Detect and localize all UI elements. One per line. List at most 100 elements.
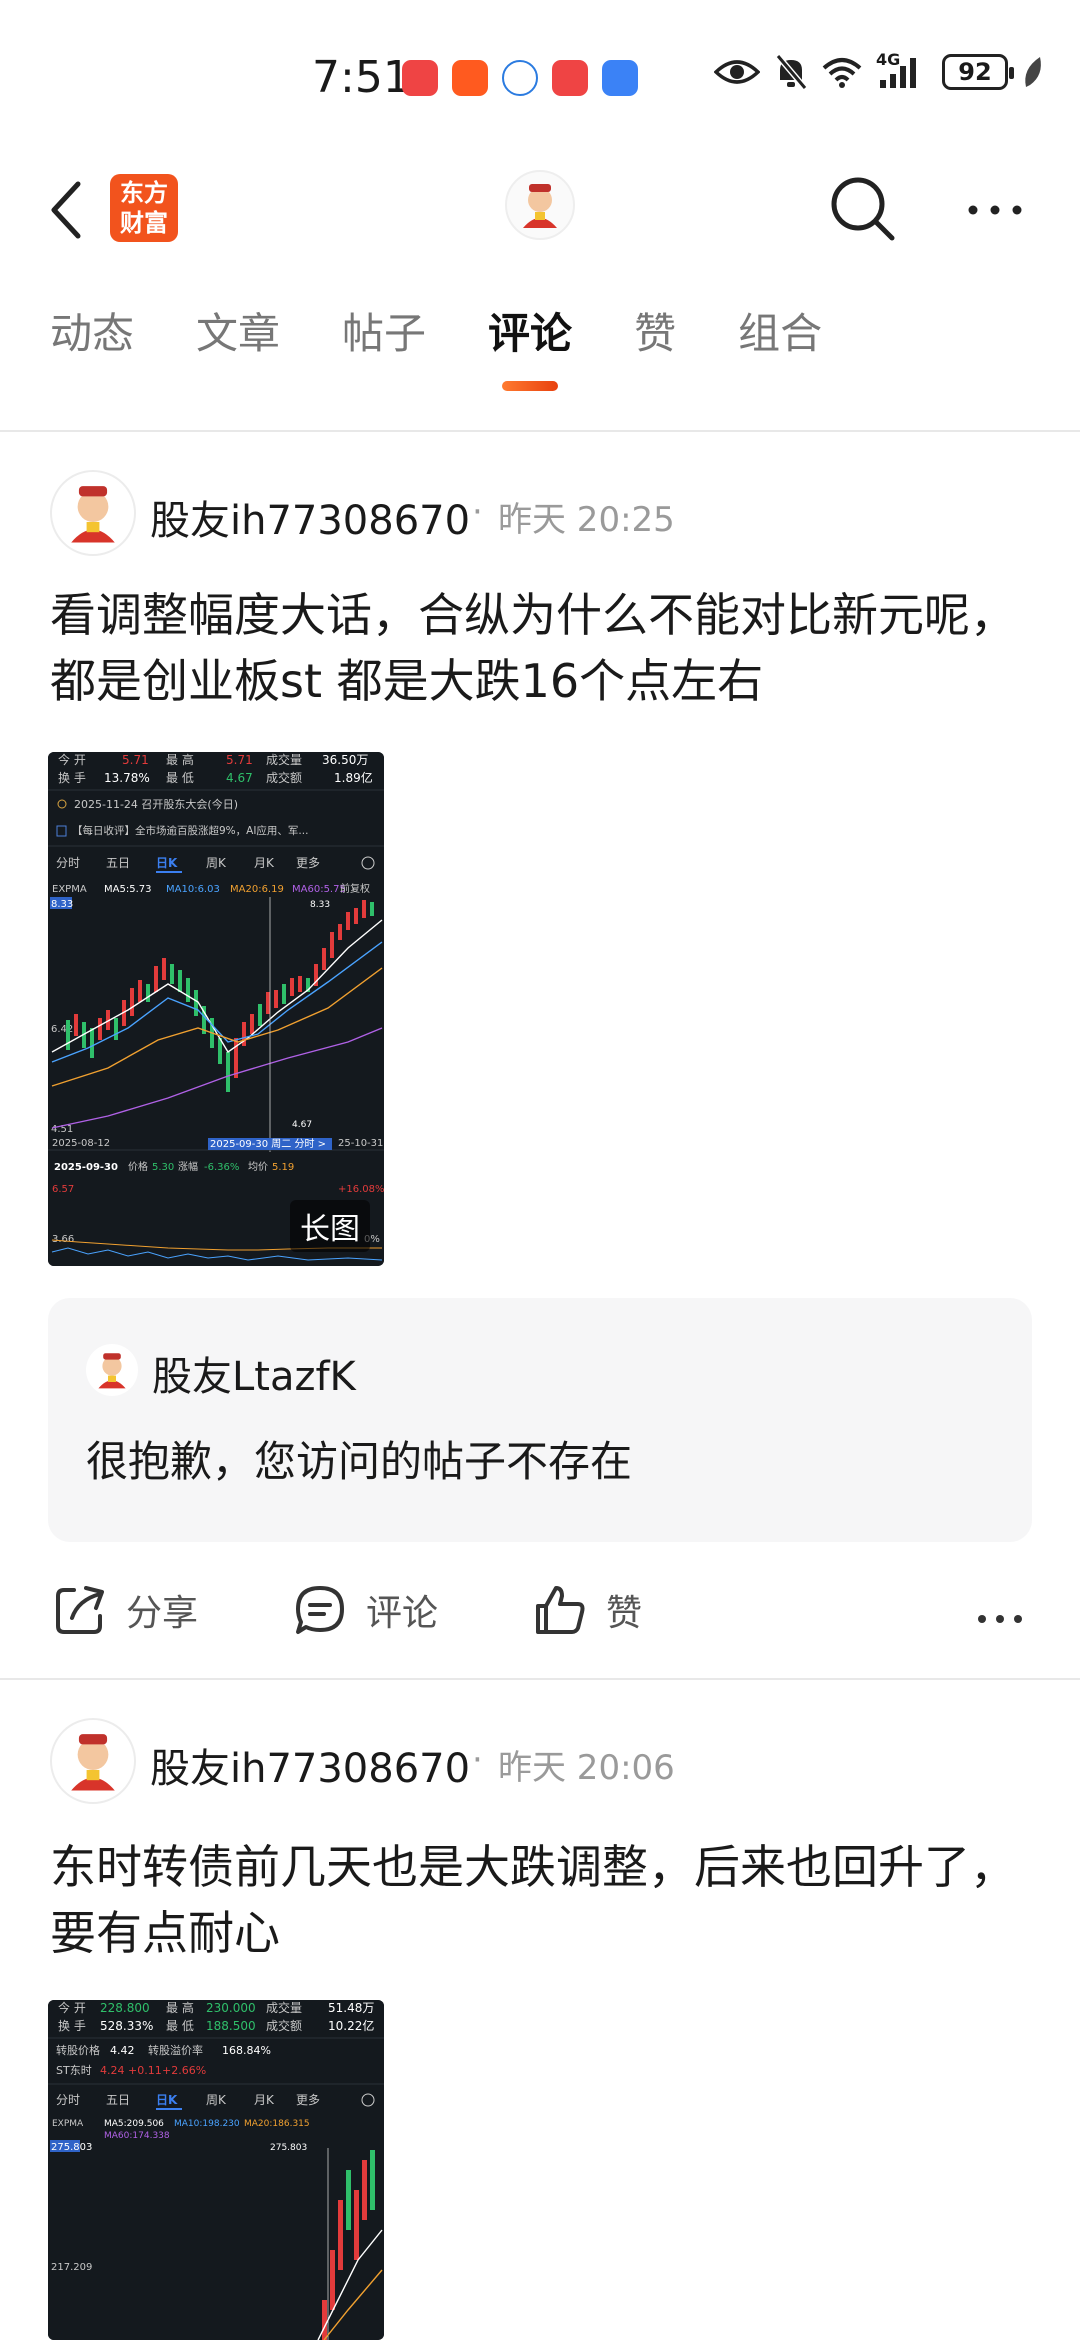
sub-hi: 6.57 [52, 1184, 74, 1195]
wifi-icon [822, 58, 862, 88]
comment-label: 评论 [366, 1593, 439, 1634]
period-2: 五日 [106, 856, 130, 870]
system-indicators: 4G 92 [714, 50, 1044, 90]
x-end: 25-10-31 [338, 1138, 383, 1149]
huawei-appgallery-icon-2 [552, 60, 588, 96]
open-value: 228.800 [100, 2001, 150, 2015]
thumbs-up-icon [536, 1586, 585, 1634]
tab-dynamic[interactable]: 动态 [50, 300, 134, 361]
period-3: 日K [156, 2093, 178, 2107]
tab-likes[interactable]: 赞 [634, 300, 676, 361]
high-label: 最 高 [166, 752, 194, 767]
search-icon[interactable] [828, 174, 898, 244]
low-value: 188.500 [206, 2019, 256, 2033]
ma-ema: EXPMA [52, 884, 87, 895]
more-options-icon[interactable] [965, 200, 1025, 220]
share-icon [56, 1586, 104, 1634]
share-button[interactable]: 分享 [52, 1582, 198, 1638]
sub-avg-label: 均价 [248, 1161, 268, 1173]
long-image-badge: 长图 [290, 1200, 370, 1252]
turnover-value: 528.33% [100, 2019, 153, 2033]
meta-dot: · [472, 492, 483, 532]
chart-image[interactable]: 今 开 5.71 最 高 5.71 成交量 36.50万 换 手 13.78% … [48, 752, 384, 1266]
post-time: 昨天 20:06 [498, 1748, 675, 1788]
y-mid: 217.209 [51, 2262, 92, 2273]
turnover-value: 13.78% [104, 771, 150, 785]
app-logo[interactable]: 东方财富 [110, 174, 178, 242]
open-value: 5.71 [122, 753, 149, 767]
like-button[interactable]: 赞 [532, 1582, 642, 1638]
period-5: 月K [254, 856, 275, 870]
profile-avatar[interactable] [505, 170, 575, 240]
status-bar: 7:51 4G 92 [0, 0, 1080, 150]
tab-portfolios[interactable]: 组合 [738, 300, 822, 361]
app-logo-text: 东方财富 [120, 179, 168, 237]
low-label: 最 低 [166, 2019, 194, 2033]
x-selected: 2025-09-30 周二 分时 > [210, 1138, 326, 1150]
sub-chg-label: 涨幅 [178, 1160, 198, 1173]
paper-plane-app-icon [452, 60, 488, 96]
username[interactable]: 股友ih77308670 [150, 488, 470, 546]
conv-price-label: 转股价格 [56, 2043, 100, 2057]
stock-chg: +0.11 [128, 2064, 162, 2077]
adjust-label: 前复权 [340, 882, 370, 895]
profile-tabs: 动态 文章 帖子 评论 赞 组合 [50, 300, 884, 391]
leaf-icon [1025, 57, 1041, 87]
comment-button[interactable]: 评论 [292, 1582, 438, 1638]
battery-indicator: 92 [942, 54, 1014, 90]
low-value: 4.67 [226, 771, 253, 785]
min-label: 4.67 [292, 1120, 312, 1130]
comment-text[interactable]: 东时转债前几天也是大跌调整，后来也回升了，要有点耐心 [50, 1834, 1040, 1966]
cellular-signal-icon: 4G [876, 50, 928, 90]
sub-hi-pct: +16.08% [338, 1184, 384, 1195]
notice-text: 2025-11-24 召开股东大会(今日) [74, 797, 238, 811]
open-label: 今 开 [58, 752, 86, 767]
comment-icon [296, 1586, 344, 1634]
avatar[interactable] [50, 470, 136, 556]
post-time: 昨天 20:25 [498, 500, 675, 540]
quoted-username: 股友LtazfK [152, 1354, 356, 1400]
comment-item[interactable]: 股友ih77308670 · 昨天 20:06 东时转债前几天也是大跌调整，后来… [0, 1718, 1080, 2340]
conv-price: 4.42 [110, 2044, 135, 2057]
username[interactable]: 股友ih77308670 [150, 1736, 470, 1794]
avatar[interactable] [50, 1718, 136, 1804]
sub-avg: 5.19 [272, 1162, 294, 1173]
back-arrow-icon[interactable] [44, 178, 94, 242]
quoted-post-card[interactable]: 股友LtazfK 很抱歉，您访问的帖子不存在 [48, 1298, 1032, 1542]
kline-chart-screenshot: 今 开 228.800 最 高 230.000 成交量 51.48万 换 手 5… [48, 2000, 384, 2340]
ma20: MA20:6.19 [230, 884, 284, 895]
tab-posts[interactable]: 帖子 [342, 300, 426, 361]
tab-comments[interactable]: 评论 [488, 300, 572, 391]
fortune-god-avatar-icon [98, 1353, 126, 1389]
ma-ema: EXPMA [52, 2119, 84, 2129]
comment-text[interactable]: 看调整幅度大话，合纵为什么不能对比新元呢，都是创业板st 都是大跌16个点左右 [50, 582, 1040, 714]
browser-icon [502, 60, 538, 96]
ma5: MA5:5.73 [104, 884, 151, 895]
sub-price-label: 价格 [128, 1160, 148, 1173]
max-label: 8.33 [310, 900, 330, 910]
period-1: 分时 [56, 2093, 80, 2107]
vol-label: 成交量 [266, 752, 302, 767]
tab-articles[interactable]: 文章 [196, 300, 280, 361]
sub-chg: -6.36% [204, 1162, 239, 1173]
comment-item[interactable]: 股友ih77308670 · 昨天 20:25 看调整幅度大话，合纵为什么不能对… [0, 470, 1080, 1680]
amount-label: 成交额 [266, 770, 302, 785]
period-4: 周K [206, 856, 227, 870]
high-value: 230.000 [206, 2001, 256, 2015]
y-top: 275.803 [51, 2142, 92, 2153]
period-active-indicator [156, 871, 182, 873]
amount-value: 10.22亿 [328, 2018, 374, 2033]
chart-image[interactable]: 今 开 228.800 最 高 230.000 成交量 51.48万 换 手 5… [48, 2000, 384, 2340]
active-tab-indicator [502, 381, 559, 391]
period-1: 分时 [56, 856, 80, 870]
sub-date: 2025-09-30 [54, 1162, 118, 1173]
amount-value: 1.89亿 [334, 770, 373, 785]
sub-price: 5.30 [152, 1162, 174, 1173]
meta-dot: · [472, 1740, 483, 1780]
sub-lo: 3.66 [52, 1234, 74, 1245]
vol-label: 成交量 [266, 2000, 302, 2015]
ma5: MA5:209.506 [104, 2119, 164, 2129]
fortune-god-avatar-icon [71, 486, 115, 543]
kline-chart-screenshot: 今 开 5.71 最 高 5.71 成交量 36.50万 换 手 13.78% … [48, 752, 384, 1266]
post-more-icon[interactable] [976, 1612, 1024, 1626]
